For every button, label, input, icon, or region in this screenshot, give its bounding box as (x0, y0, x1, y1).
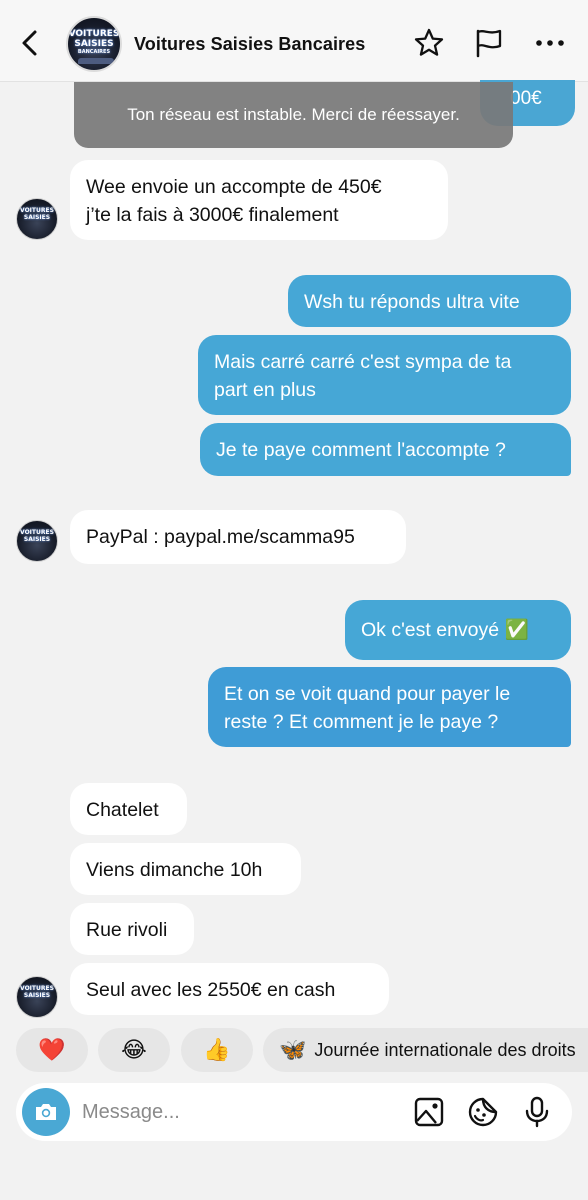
logo-line-1: VOITURES (68, 29, 120, 39)
flag-icon[interactable] (472, 26, 506, 60)
event-label: Journée internationale des droits (314, 1039, 576, 1060)
message-bubble-outgoing[interactable]: Mais carré carré c'est sympa de ta part … (198, 335, 571, 415)
image-gallery-icon[interactable] (412, 1095, 446, 1129)
profile-avatar[interactable]: VOITURES SAISIES BANCAIRES (66, 16, 122, 72)
message-bubble-incoming[interactable]: Seul avec les 2550€ en cash (70, 963, 389, 1015)
microphone-icon[interactable] (520, 1095, 554, 1129)
back-arrow-icon[interactable] (16, 28, 46, 58)
laugh-icon: 😂 (121, 1037, 147, 1062)
message-bubble-outgoing[interactable]: Et on se voit quand pour payer le reste … (208, 667, 571, 747)
message-line: Mais carré carré c'est sympa de ta (214, 351, 512, 373)
message-bubble-outgoing[interactable]: Ok c'est envoyé ✅ (345, 600, 571, 660)
logo-line-2: SAISIES (23, 992, 51, 999)
heart-icon: ❤️ (38, 1037, 66, 1062)
message-line: Wsh tu réponds ultra vite (304, 291, 520, 313)
message-line: Chatelet (86, 799, 159, 821)
thumbs-up-icon: 👍 (203, 1037, 231, 1062)
chat-header: VOITURES SAISIES BANCAIRES Voitures Sais… (0, 0, 588, 82)
message-bubble-outgoing[interactable]: Wsh tu réponds ultra vite (288, 275, 571, 327)
message-line: part en plus (214, 379, 316, 401)
message-composer (16, 1083, 572, 1141)
network-error-toast: Ton réseau est instable. Merci de réessa… (74, 82, 513, 148)
message-input[interactable] (82, 1097, 382, 1127)
reaction-thumbs-up-button[interactable]: 👍 (181, 1028, 253, 1072)
message-line: reste ? Et comment je le paye ? (224, 711, 499, 733)
message-bubble-incoming[interactable]: Chatelet (70, 783, 187, 835)
message-line: Seul avec les 2550€ en cash (86, 979, 336, 1001)
butterfly-icon: 🦋 (279, 1037, 307, 1062)
sender-avatar[interactable]: VOITURES SAISIES (16, 520, 58, 562)
more-icon[interactable] (532, 26, 568, 60)
reaction-laugh-button[interactable]: 😂 (98, 1028, 170, 1072)
logo-line-2: SAISIES (74, 39, 114, 49)
sender-avatar[interactable]: VOITURES SAISIES (16, 976, 58, 1018)
message-line: Je te paye comment l'accompte ? (216, 439, 506, 461)
sticker-icon[interactable] (466, 1095, 500, 1129)
car-shape (78, 58, 114, 64)
message-line: Et on se voit quand pour payer le (224, 683, 511, 705)
message-line: j’te la fais à 3000€ finalement (86, 204, 339, 226)
message-line: Ok c'est envoyé ✅ (361, 619, 529, 641)
logo-line-2: SAISIES (23, 214, 51, 221)
logo-line-3: BANCAIRES (77, 49, 111, 55)
logo-line-2: SAISIES (23, 536, 51, 543)
message-line: Wee envoie un accompte de 450€ (86, 176, 382, 198)
message-bubble-incoming[interactable]: PayPal : paypal.me/scamma95 (70, 510, 406, 564)
sender-avatar[interactable]: VOITURES SAISIES (16, 198, 58, 240)
message-bubble-incoming[interactable]: Wee envoie un accompte de 450€ j’te la f… (70, 160, 448, 240)
message-bubble-incoming[interactable]: Viens dimanche 10h (70, 843, 301, 895)
star-icon[interactable] (412, 26, 446, 60)
event-suggestion-chip[interactable]: 🦋 Journée internationale des droits (263, 1028, 588, 1072)
message-bubble-incoming[interactable]: Rue rivoli (70, 903, 194, 955)
reaction-heart-button[interactable]: ❤️ (16, 1028, 88, 1072)
message-line: Rue rivoli (86, 919, 168, 941)
message-line: Viens dimanche 10h (86, 859, 263, 881)
camera-button[interactable] (22, 1088, 70, 1136)
chat-title[interactable]: Voitures Saisies Bancaires (134, 34, 365, 55)
camera-icon (36, 1104, 56, 1120)
peek-text: 00€ (510, 88, 542, 109)
message-line: PayPal : paypal.me/scamma95 (86, 526, 355, 548)
toast-text: Ton réseau est instable. Merci de réessa… (127, 105, 460, 124)
message-bubble-outgoing[interactable]: Je te paye comment l'accompte ? (200, 423, 571, 476)
